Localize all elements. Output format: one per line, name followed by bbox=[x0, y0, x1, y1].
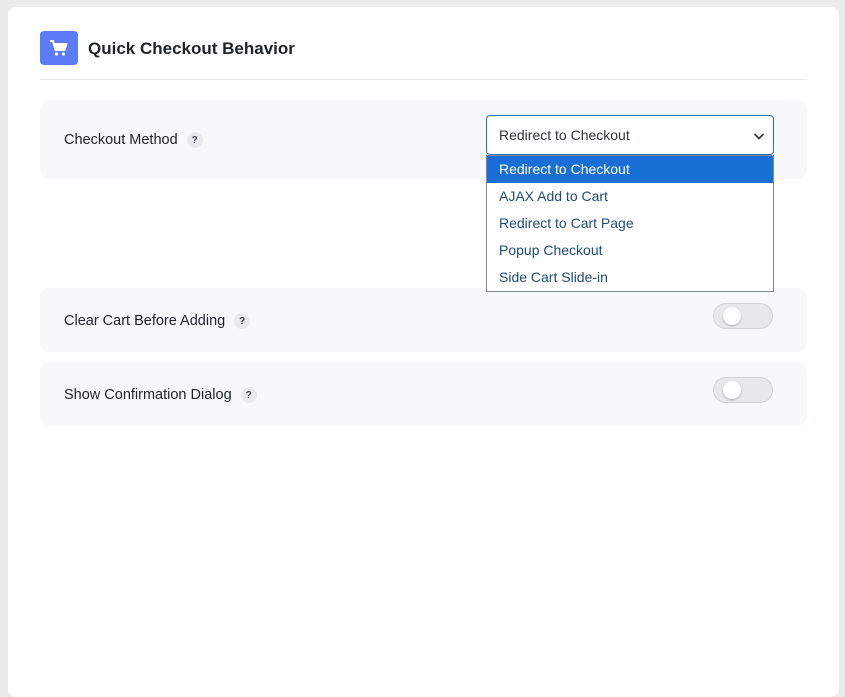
checkout-method-label-wrap: Checkout Method ? bbox=[64, 132, 203, 148]
clear-cart-row: Clear Cart Before Adding ? bbox=[40, 288, 807, 352]
confirmation-dialog-label-wrap: Show Confirmation Dialog ? bbox=[64, 387, 257, 403]
checkout-method-label: Checkout Method bbox=[64, 132, 178, 148]
dropdown-option[interactable]: Redirect to Checkout bbox=[487, 156, 773, 183]
help-icon[interactable]: ? bbox=[186, 132, 203, 148]
confirmation-dialog-row: Show Confirmation Dialog ? bbox=[40, 362, 807, 426]
chevron-down-icon bbox=[753, 129, 765, 145]
dropdown-option[interactable]: Side Cart Slide-in bbox=[487, 264, 773, 291]
toggle-knob bbox=[723, 307, 741, 325]
cart-icon bbox=[40, 31, 78, 65]
checkout-method-selected-value: Redirect to Checkout bbox=[499, 127, 630, 143]
toggle-knob bbox=[723, 381, 741, 399]
confirmation-dialog-toggle[interactable] bbox=[713, 377, 773, 403]
dropdown-option[interactable]: AJAX Add to Cart bbox=[487, 183, 773, 210]
help-icon[interactable]: ? bbox=[240, 387, 257, 403]
settings-card: Quick Checkout Behavior Checkout Method … bbox=[8, 7, 839, 697]
dropdown-option[interactable]: Redirect to Cart Page bbox=[487, 210, 773, 237]
clear-cart-label: Clear Cart Before Adding bbox=[64, 313, 226, 329]
section-title: Quick Checkout Behavior bbox=[88, 39, 295, 58]
section-header: Quick Checkout Behavior bbox=[40, 31, 807, 80]
checkout-method-dropdown: Redirect to Checkout AJAX Add to Cart Re… bbox=[486, 155, 774, 292]
help-icon[interactable]: ? bbox=[234, 313, 251, 329]
checkout-method-select[interactable]: Redirect to Checkout bbox=[486, 115, 774, 155]
clear-cart-label-wrap: Clear Cart Before Adding ? bbox=[64, 313, 251, 329]
confirmation-dialog-label: Show Confirmation Dialog bbox=[64, 387, 232, 403]
dropdown-option[interactable]: Popup Checkout bbox=[487, 237, 773, 264]
clear-cart-toggle[interactable] bbox=[713, 303, 773, 329]
